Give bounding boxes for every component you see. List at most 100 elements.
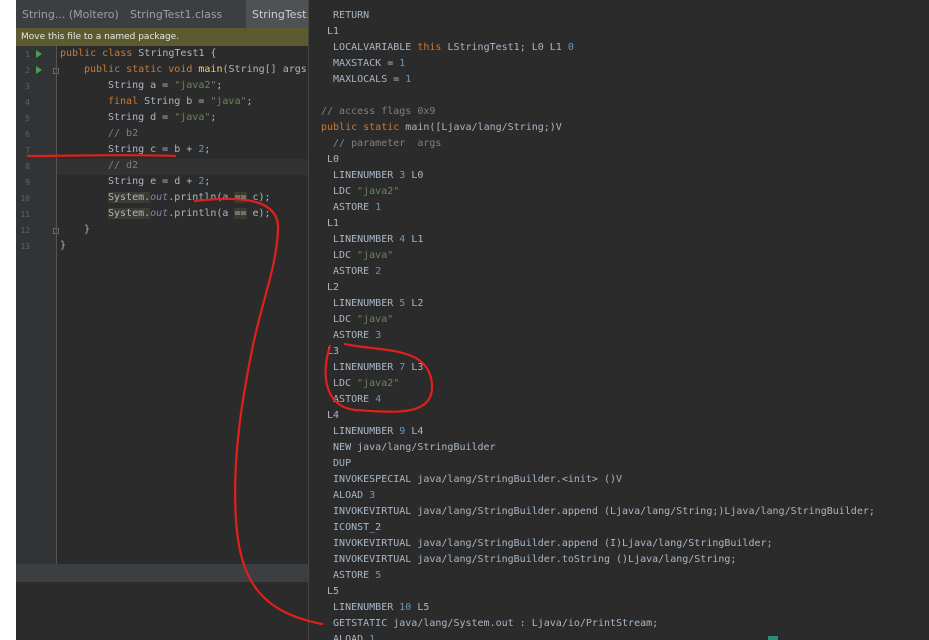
code-line[interactable]: String d = "java"; [108,110,216,126]
code-token: main [198,64,223,75]
bytecode-line[interactable]: LDC "java" [321,248,393,264]
bytecode-token: GETSTATIC java/lang/System.out : Ljava/i… [321,618,659,629]
bytecode-token: ICONST_2 [321,522,382,533]
editor-scrollbar-area[interactable] [16,564,308,582]
bytecode-line[interactable]: INVOKEVIRTUAL java/lang/StringBuilder.ap… [321,536,773,552]
code-line[interactable]: // d2 [108,158,138,174]
bytecode-token: // parameter args [321,138,442,149]
bytecode-line[interactable]: LDC "java" [321,312,393,328]
bytecode-token: RETURN [321,10,370,21]
bytecode-token: L1 [321,26,340,37]
code-token: StringTest1 { [138,48,217,59]
bytecode-line[interactable]: // parameter args [321,136,441,152]
bytecode-line[interactable]: LINENUMBER 9 L4 [321,424,423,440]
code-token: } [60,240,67,251]
bytecode-token: L0 [405,170,424,181]
code-line[interactable]: System.out.println(a == e); [108,206,271,222]
bytecode-line[interactable]: L3 [321,344,339,360]
tab-file-1[interactable]: String... (Moltero) [16,0,124,28]
code-line[interactable]: String e = d + 2; [108,174,210,190]
bytecode-line[interactable]: ASTORE 2 [321,264,381,280]
bytecode-line[interactable]: ASTORE 1 [321,200,381,216]
bytecode-line[interactable]: LDC "java2" [321,184,399,200]
bytecode-line[interactable]: INVOKEVIRTUAL java/lang/StringBuilder.ap… [321,504,875,520]
bytecode-token: MAXLOCALS = [321,74,406,85]
bytecode-token: main([Ljava/lang/String;)V [405,122,562,133]
bytecode-token: L2 [405,298,424,309]
bytecode-line[interactable]: INVOKESPECIAL java/lang/StringBuilder.<i… [321,472,622,488]
line-number: 11 [20,210,30,219]
bytecode-line[interactable]: ASTORE 3 [321,328,381,344]
bytecode-line[interactable]: MAXLOCALS = 1 [321,72,411,88]
code-token: ; [204,176,211,187]
bytecode-token: public static [321,122,406,133]
bytecode-line[interactable]: ALOAD 1 [321,632,375,640]
bytecode-line[interactable]: L4 [321,408,339,424]
bytecode-line[interactable]: NEW java/lang/StringBuilder [321,440,496,456]
tab-file-3[interactable]: StringTest... [246,0,308,30]
bytecode-line[interactable]: DUP [321,456,351,472]
bytecode-token: INVOKEVIRTUAL java/lang/StringBuilder.to… [321,554,737,565]
code-line[interactable]: String a = "java2"; [108,78,222,94]
bytecode-line[interactable]: LINENUMBER 7 L3 [321,360,423,376]
code-line[interactable]: final String b = "java"; [108,94,253,110]
bytecode-line[interactable]: LDC "java2" [321,376,399,392]
bytecode-line[interactable]: MAXSTACK = 1 [321,56,405,72]
code-token: out [150,192,169,203]
line-number: 6 [25,130,30,139]
bytecode-token: 1 [405,74,412,85]
run-icon[interactable] [36,66,42,74]
code-token: == [234,192,247,203]
bytecode-line[interactable]: ASTORE 5 [321,568,381,584]
bytecode-line[interactable]: LINENUMBER 3 L0 [321,168,423,184]
bytecode-line[interactable]: GETSTATIC java/lang/System.out : Ljava/i… [321,616,658,632]
code-token: public static void [84,64,199,75]
code-token: final [108,96,145,107]
bytecode-token: LINENUMBER [321,362,400,373]
bytecode-line[interactable]: ALOAD 3 [321,488,375,504]
bytecode-line[interactable]: L0 [321,152,339,168]
gutter-divider [56,46,57,564]
code-line[interactable]: public static void main(String[] args) [84,62,308,78]
bytecode-line[interactable]: ICONST_2 [321,520,381,536]
code-line[interactable]: // b2 [108,126,138,142]
bytecode-line[interactable]: LINENUMBER 10 L5 [321,600,429,616]
code-token: (String[] args) [222,64,308,75]
bytecode-line[interactable]: INVOKEVIRTUAL java/lang/StringBuilder.to… [321,552,736,568]
line-number: 5 [25,114,30,123]
bytecode-token: INVOKESPECIAL java/lang/StringBuilder.<i… [321,474,623,485]
code-line[interactable]: System.out.println(a == c); [108,190,271,206]
bytecode-line[interactable]: RETURN [321,8,369,24]
bytecode-token: L3 [405,362,424,373]
bytecode-line[interactable]: ASTORE 4 [321,392,381,408]
bytecode-line[interactable]: L5 [321,584,339,600]
bytecode-token: L1 [405,234,424,245]
bytecode-line[interactable]: LINENUMBER 5 L2 [321,296,423,312]
bytecode-token: ASTORE [321,330,376,341]
code-line[interactable]: } [60,238,66,254]
bytecode-line[interactable]: LINENUMBER 4 L1 [321,232,423,248]
bytecode-token: INVOKEVIRTUAL java/lang/StringBuilder.ap… [321,506,875,517]
bytecode-line[interactable]: public static main([Ljava/lang/String;)V [321,120,562,136]
package-notice-banner[interactable]: Move this file to a named package. [16,28,308,46]
bytecode-viewer[interactable]: RETURN L1 LOCALVARIABLE this LStringTest… [308,0,929,640]
code-line[interactable]: String c = b + 2; [108,142,210,158]
line-number: 8 [25,162,30,171]
code-line[interactable]: } [84,222,90,238]
code-token: System. [108,208,151,219]
bytecode-line[interactable]: LOCALVARIABLE this LStringTest1; L0 L1 0 [321,40,574,56]
bytecode-token: L0 [321,154,340,165]
code-token: ; [204,144,211,155]
tab-file-2[interactable]: StringTest1.class [124,0,248,28]
code-line[interactable]: public class StringTest1 { [60,46,217,62]
bytecode-line[interactable]: // access flags 0x9 [321,104,435,120]
bytecode-line[interactable]: L1 [321,24,339,40]
bytecode-line[interactable]: L2 [321,280,339,296]
code-token: // b2 [108,128,139,139]
bytecode-line[interactable]: L1 [321,216,339,232]
code-editor[interactable]: String... (Moltero) StringTest1.class St… [16,0,308,640]
bytecode-token: ASTORE [321,570,376,581]
bytecode-token: LINENUMBER [321,234,400,245]
bytecode-token: LINENUMBER [321,602,400,613]
run-icon[interactable] [36,50,42,58]
